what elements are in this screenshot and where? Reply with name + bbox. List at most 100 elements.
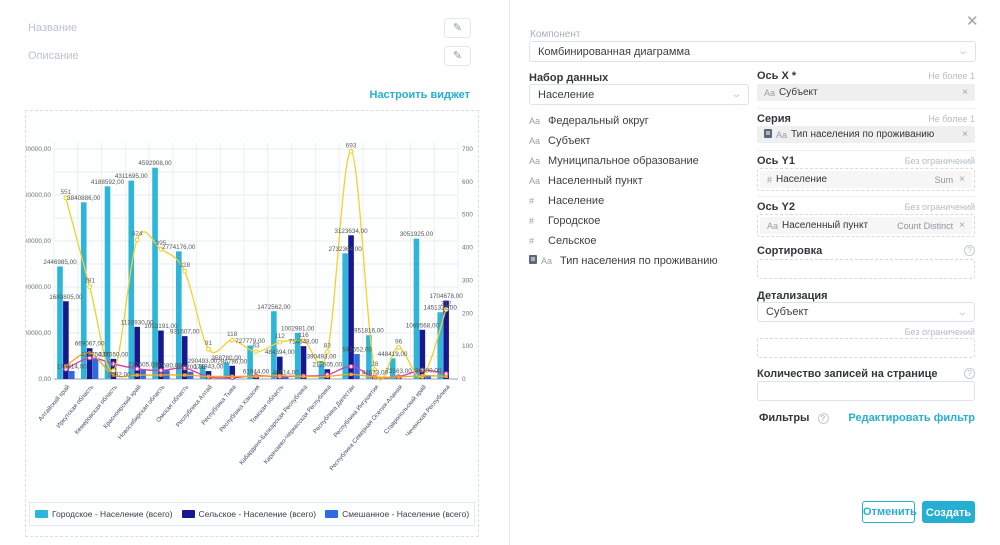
axis-y2-hint: Без ограничений xyxy=(905,202,975,212)
svg-text:1000000,00: 1000000,00 xyxy=(26,330,51,337)
svg-text:100: 100 xyxy=(462,343,473,350)
svg-text:286786,00: 286786,00 xyxy=(217,358,247,365)
svg-text:25: 25 xyxy=(110,362,118,369)
legend-item[interactable]: Сельское - Население (всего) xyxy=(182,509,317,519)
detail-hint: Без ограничений xyxy=(905,327,975,337)
field-type-label: # xyxy=(529,196,543,206)
field-label: Субъект xyxy=(548,135,590,147)
legend-label: Смешанное - Население (всего) xyxy=(342,509,469,519)
dataset-field-item[interactable]: AaМуниципальное образование xyxy=(529,151,744,171)
series-tag: Aa Тип населения по проживанию × xyxy=(757,126,975,143)
svg-text:Новосибирская область: Новосибирская область xyxy=(117,384,167,441)
dataset-select[interactable]: Население ⌄ xyxy=(529,84,749,105)
svg-text:2732364,00: 2732364,00 xyxy=(329,246,363,253)
dataset-label: Набор данных xyxy=(529,72,608,84)
dataset-field-item[interactable]: AaНаселенный пункт xyxy=(529,171,744,191)
svg-text:212: 212 xyxy=(441,300,452,307)
svg-text:0,00: 0,00 xyxy=(38,376,51,383)
edit-filter-link[interactable]: Редактировать фильтр xyxy=(848,412,975,424)
field-type-label: # xyxy=(529,236,543,246)
svg-text:693: 693 xyxy=(346,142,357,149)
widget-editor: Название ✎ Описание ✎ Настроить виджет 0… xyxy=(0,0,1000,545)
svg-text:61944,00: 61944,00 xyxy=(243,369,270,376)
category-field-icon xyxy=(764,129,772,141)
help-icon[interactable]: ? xyxy=(818,413,829,424)
svg-text:Чеченская Республика: Чеченская Республика xyxy=(404,383,452,438)
chart-legend: Городское - Население (всего) Сельское - … xyxy=(29,502,475,526)
widget-settings-panel: ✕ Компонент Комбинированная диаграмма ⌄ … xyxy=(510,0,1000,545)
legend-swatch xyxy=(325,510,338,518)
dataset-field-item[interactable]: AaФедеральный округ xyxy=(529,111,744,131)
dataset-field-item[interactable]: #Сельское xyxy=(529,231,744,251)
detail-select[interactable]: Субъект ⌄ xyxy=(757,302,975,322)
svg-text:500: 500 xyxy=(462,212,473,219)
svg-text:Республика Хакасия: Республика Хакасия xyxy=(218,384,261,434)
svg-text:424: 424 xyxy=(132,231,143,238)
svg-text:3123634,00: 3123634,00 xyxy=(334,228,368,235)
axis-x-title: Ось X * xyxy=(757,70,796,82)
sorting-title: Сортировка xyxy=(757,245,822,257)
aggregation-label[interactable]: Sum xyxy=(935,175,954,185)
svg-text:2446985,00: 2446985,00 xyxy=(43,259,77,266)
svg-text:158200,00: 158200,00 xyxy=(176,364,206,371)
svg-text:212605,00: 212605,00 xyxy=(312,362,342,369)
page-size-title: Количество записей на странице xyxy=(757,368,938,380)
svg-text:42673,00: 42673,00 xyxy=(362,370,389,377)
close-icon[interactable]: ✕ xyxy=(966,14,979,29)
legend-item[interactable]: Смешанное - Население (всего) xyxy=(325,509,469,519)
field-type-label: Aa xyxy=(541,256,555,266)
divider xyxy=(757,108,975,109)
remove-icon[interactable]: × xyxy=(959,220,965,231)
dataset-field-item[interactable]: #Городское xyxy=(529,211,744,231)
svg-text:173314,00: 173314,00 xyxy=(57,364,87,371)
help-icon[interactable]: ? xyxy=(964,245,975,256)
svg-text:931607,00: 931607,00 xyxy=(170,329,200,336)
edit-name-button[interactable]: ✎ xyxy=(444,18,471,38)
pencil-icon: ✎ xyxy=(453,22,462,34)
svg-text:116: 116 xyxy=(298,332,309,339)
axis-y1-dropzone[interactable]: # Население Sum × xyxy=(757,168,975,191)
svg-text:5000000,00: 5000000,00 xyxy=(26,146,51,153)
help-icon[interactable]: ? xyxy=(964,368,975,379)
edit-description-button[interactable]: ✎ xyxy=(444,46,471,66)
remove-icon[interactable]: × xyxy=(962,87,968,98)
series-field: Тип населения по проживанию xyxy=(791,129,934,140)
dataset-field-item[interactable]: AaСубъект xyxy=(529,131,744,151)
svg-text:600: 600 xyxy=(462,179,473,186)
cancel-button[interactable]: Отменить xyxy=(862,501,915,523)
chevron-down-icon: ⌄ xyxy=(956,307,968,318)
svg-text:Республика Дагестан: Республика Дагестан xyxy=(312,384,357,435)
svg-text:328: 328 xyxy=(179,262,190,269)
axis-y2-title: Ось Y2 xyxy=(757,201,795,213)
component-value: Комбинированная диаграмма xyxy=(538,46,690,58)
field-type-label: Aa xyxy=(764,88,775,98)
detail-dropzone[interactable] xyxy=(757,338,975,358)
divider xyxy=(757,196,975,197)
svg-text:2000000,00: 2000000,00 xyxy=(26,284,51,291)
axis-y2-dropzone[interactable]: Aa Населенный пункт Count Distinct × xyxy=(757,214,975,237)
series-hint: Не более 1 xyxy=(928,114,975,124)
remove-icon[interactable]: × xyxy=(962,129,968,140)
svg-text:86300,00: 86300,00 xyxy=(415,368,442,375)
aggregation-label[interactable]: Count Distinct xyxy=(897,221,953,231)
create-button[interactable]: Создать xyxy=(922,501,975,523)
divider xyxy=(757,150,975,151)
remove-icon[interactable]: × xyxy=(959,174,965,185)
svg-text:1689805,00: 1689805,00 xyxy=(49,294,83,301)
field-type-label: # xyxy=(767,175,772,185)
component-select[interactable]: Комбинированная диаграмма ⌄ xyxy=(529,41,976,62)
legend-swatch xyxy=(35,510,48,518)
svg-text:669067,00: 669067,00 xyxy=(75,341,105,348)
field-label: Населенный пункт xyxy=(548,175,643,187)
svg-text:2774176,00: 2774176,00 xyxy=(162,244,196,251)
dataset-field-item[interactable]: AaТип населения по проживанию xyxy=(529,251,744,271)
page-size-input[interactable] xyxy=(757,381,975,401)
svg-text:390493,00: 390493,00 xyxy=(307,354,337,361)
svg-text:714548,00: 714548,00 xyxy=(289,339,319,346)
configure-widget-link[interactable]: Настроить виджет xyxy=(370,89,471,101)
field-label: Население xyxy=(548,195,604,207)
svg-text:83: 83 xyxy=(252,343,260,350)
sorting-dropzone[interactable] xyxy=(757,259,975,279)
legend-item[interactable]: Городское - Население (всего) xyxy=(35,509,173,519)
dataset-field-item[interactable]: # Население xyxy=(529,191,744,211)
